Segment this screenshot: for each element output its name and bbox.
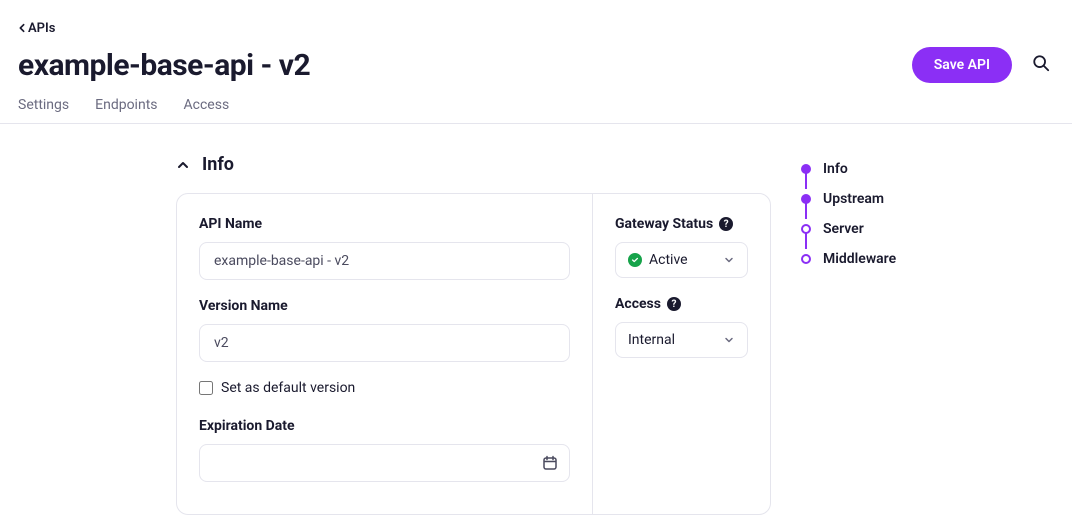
nav-item-info[interactable]: Info (801, 154, 896, 184)
access-value: Internal (628, 332, 675, 348)
tab-access[interactable]: Access (184, 97, 230, 123)
api-name-input[interactable] (199, 242, 570, 280)
version-name-input[interactable] (199, 324, 570, 362)
nav-dot-icon (801, 254, 811, 264)
save-api-button[interactable]: Save API (912, 47, 1012, 83)
access-label: Access (615, 296, 661, 312)
default-version-label: Set as default version (221, 380, 355, 396)
tab-endpoints[interactable]: Endpoints (95, 97, 157, 123)
section-header-info[interactable]: Info (176, 154, 771, 175)
expiration-input[interactable] (199, 444, 570, 482)
nav-item-middleware[interactable]: Middleware (801, 244, 896, 274)
breadcrumb-apis[interactable]: APIs (18, 21, 55, 36)
access-select[interactable]: Internal (615, 322, 748, 358)
default-version-checkbox-row[interactable]: Set as default version (199, 380, 570, 396)
expiration-label: Expiration Date (199, 418, 570, 434)
access-help-icon[interactable]: ? (667, 297, 681, 311)
search-button[interactable] (1028, 50, 1054, 80)
nav-dot-icon (801, 164, 811, 174)
chevron-left-icon (18, 23, 26, 33)
tab-settings[interactable]: Settings (18, 97, 69, 123)
api-name-label: API Name (199, 216, 570, 232)
status-active-icon (628, 253, 642, 267)
chevron-down-icon (723, 254, 735, 266)
nav-label: Middleware (823, 251, 896, 267)
nav-item-server[interactable]: Server (801, 214, 896, 244)
info-card: API Name Version Name Set as default ver… (176, 193, 771, 515)
gateway-status-select[interactable]: Active (615, 242, 748, 278)
default-version-checkbox[interactable] (199, 381, 213, 395)
nav-label: Server (823, 221, 864, 237)
section-nav: Info Upstream Server Middleware (801, 154, 896, 515)
gateway-status-value: Active (649, 252, 688, 268)
page-title: example-base-api - v2 (18, 48, 310, 83)
search-icon (1032, 54, 1050, 72)
chevron-up-icon (176, 158, 190, 172)
nav-dot-icon (801, 194, 811, 204)
gateway-status-help-icon[interactable]: ? (719, 217, 733, 231)
nav-dot-icon (801, 224, 811, 234)
nav-item-upstream[interactable]: Upstream (801, 184, 896, 214)
breadcrumb-label: APIs (28, 21, 55, 36)
nav-label: Info (823, 161, 848, 177)
gateway-status-label: Gateway Status (615, 216, 713, 232)
nav-label: Upstream (823, 191, 884, 207)
section-title: Info (202, 154, 234, 175)
version-name-label: Version Name (199, 298, 570, 314)
chevron-down-icon (723, 334, 735, 346)
